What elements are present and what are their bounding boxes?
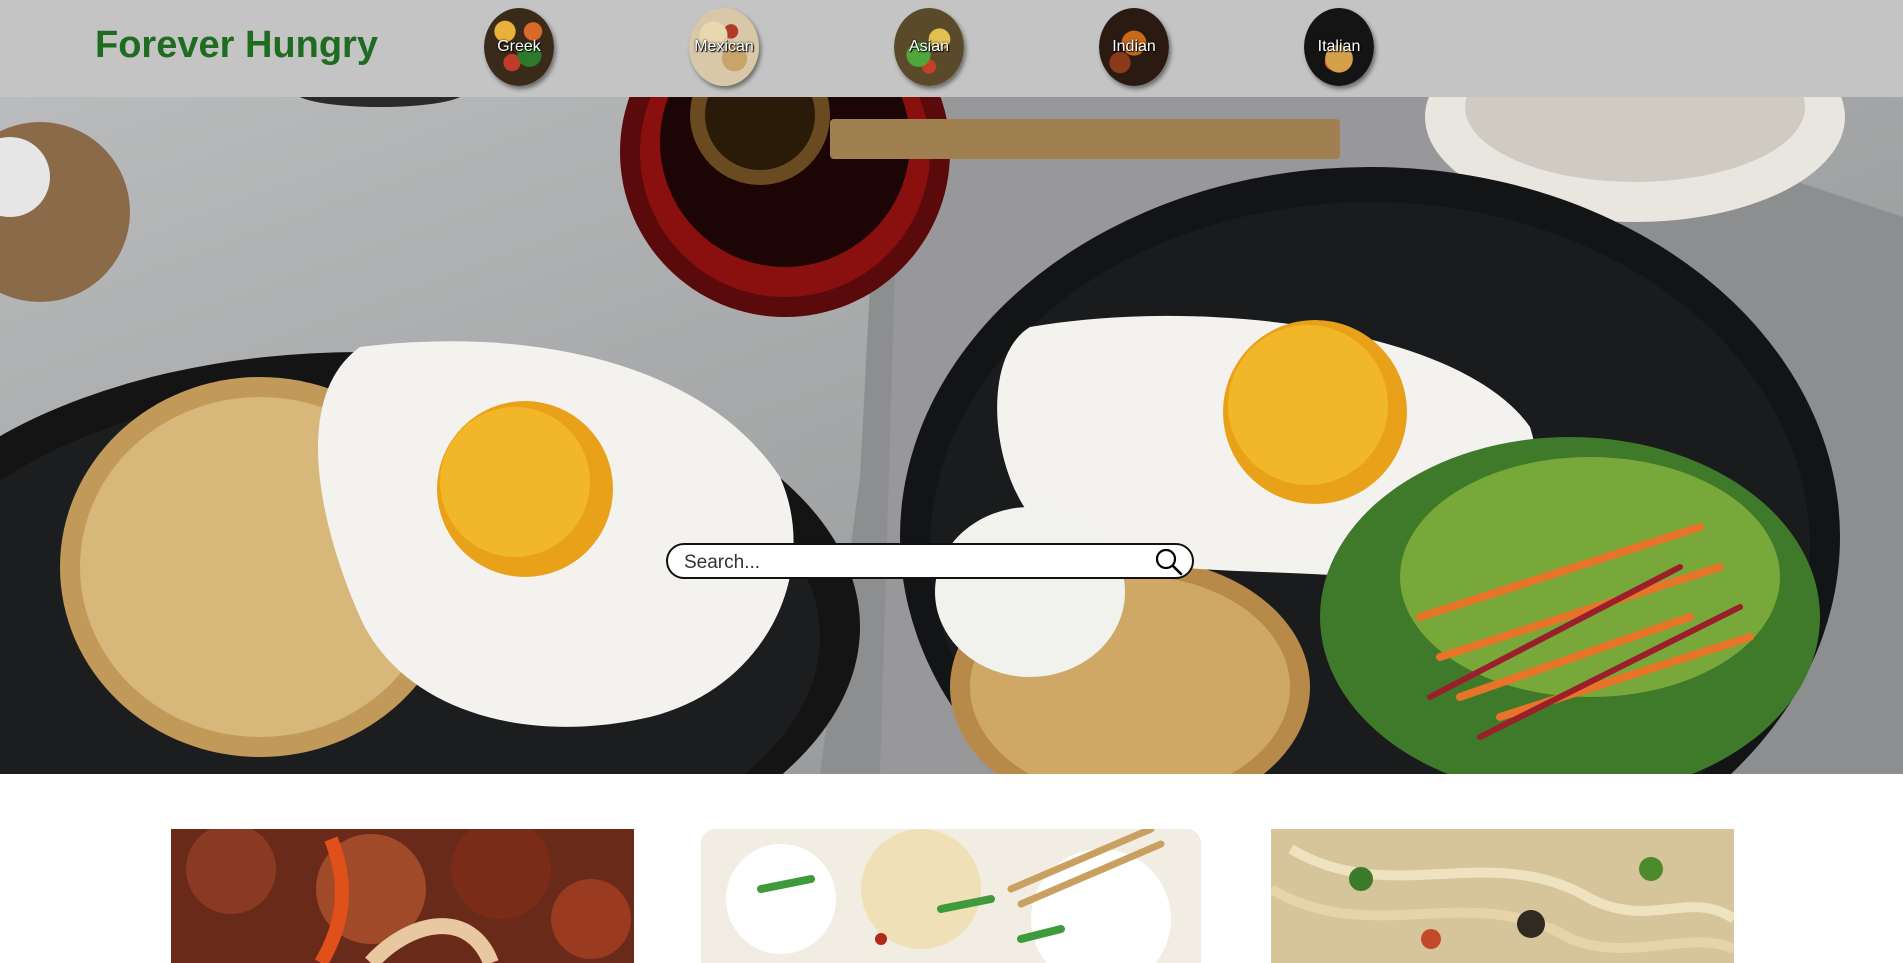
category-label: Indian	[1112, 38, 1156, 55]
search-input[interactable]	[682, 549, 1136, 577]
recipe-card-image	[701, 829, 1201, 963]
category-greek-button[interactable]: Greek	[484, 8, 554, 86]
category-label: Mexican	[694, 38, 754, 55]
category-label: Greek	[497, 38, 541, 55]
category-indian-button[interactable]: Indian	[1099, 8, 1169, 86]
site-logo[interactable]: Forever Hungry	[95, 24, 378, 67]
recipe-cards-section	[0, 774, 1903, 963]
search-bar	[666, 543, 1194, 579]
category-label: Asian	[908, 38, 950, 55]
category-italian-button[interactable]: Italian	[1304, 8, 1374, 86]
hero-breakfast-image	[0, 97, 1903, 774]
site-header: Forever Hungry Greek Mexican Asian India…	[0, 0, 1903, 97]
search-icon[interactable]	[1154, 547, 1184, 577]
recipe-card-image	[1271, 829, 1734, 963]
category-label: Italian	[1317, 38, 1361, 55]
recipe-card[interactable]	[171, 829, 634, 963]
recipe-card-image	[171, 829, 634, 963]
category-asian-button[interactable]: Asian	[894, 8, 964, 86]
recipe-card[interactable]	[1271, 829, 1734, 963]
hero-banner	[0, 97, 1903, 774]
recipe-card[interactable]	[701, 829, 1201, 963]
category-mexican-button[interactable]: Mexican	[689, 8, 759, 86]
